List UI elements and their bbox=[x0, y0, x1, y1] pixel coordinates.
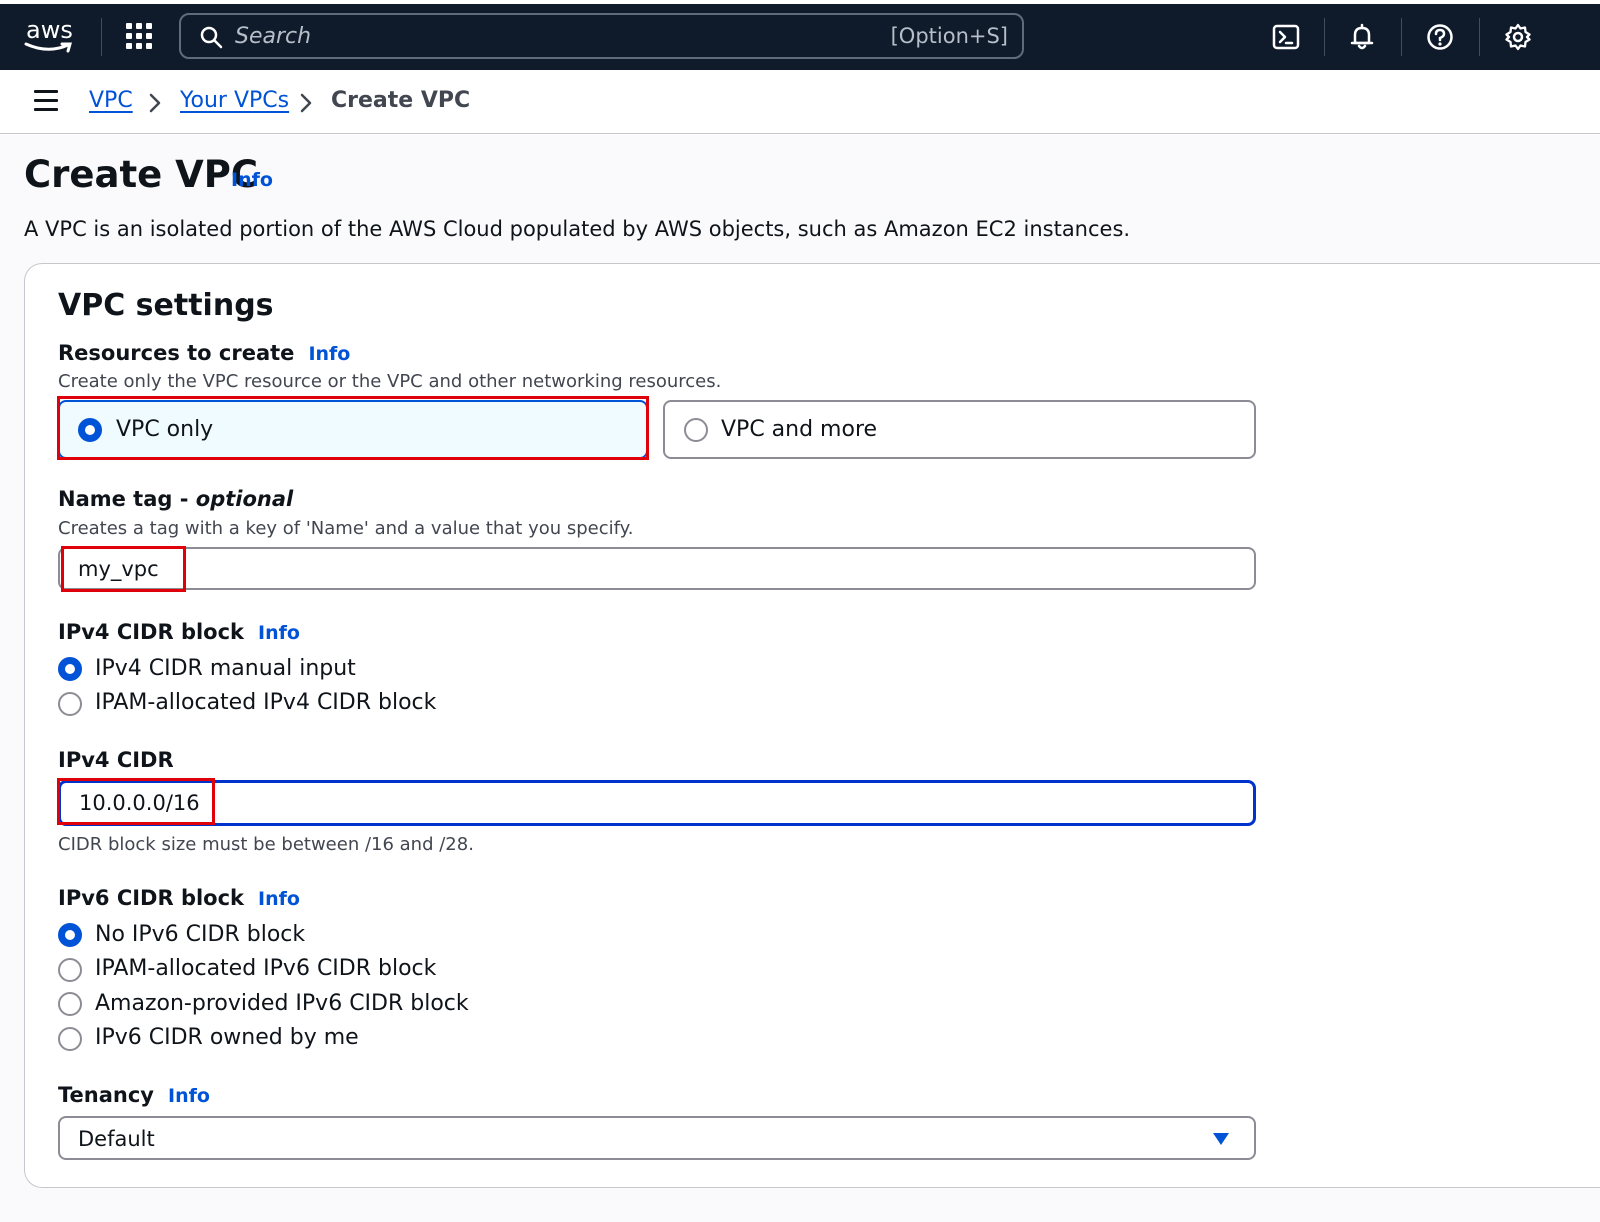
page-title: Create VPC bbox=[24, 153, 259, 196]
radio-vpc-only[interactable] bbox=[78, 418, 102, 442]
ipv4-cidr-input[interactable] bbox=[58, 780, 1256, 826]
radio-ipv6-owned-label[interactable]: IPv6 CIDR owned by me bbox=[95, 1025, 359, 1050]
title-info-link[interactable]: Info bbox=[231, 169, 273, 191]
radio-ipv6-ipam[interactable] bbox=[58, 958, 82, 982]
name-tag-dash: - bbox=[172, 487, 196, 511]
services-grid-icon[interactable] bbox=[126, 23, 154, 51]
menu-icon[interactable] bbox=[34, 90, 60, 112]
ipv4-block-label-text: IPv4 CIDR block bbox=[58, 620, 245, 644]
tile-vpc-and-more[interactable]: VPC and more bbox=[663, 400, 1256, 459]
tenancy-select-value: Default bbox=[78, 1127, 155, 1151]
name-tag-label: Name tag - optional bbox=[58, 487, 293, 511]
vpc-settings-panel: VPC settings Resources to create Info Cre… bbox=[24, 263, 1600, 1188]
top-navigation: aws [Option+S] bbox=[0, 4, 1600, 70]
tenancy-label: Tenancy Info bbox=[58, 1083, 210, 1107]
panel-title: VPC settings bbox=[58, 288, 274, 323]
tile-vpc-only[interactable]: VPC only bbox=[58, 400, 648, 459]
nav-separator bbox=[1324, 18, 1325, 56]
resources-description: Create only the VPC resource or the VPC … bbox=[58, 371, 722, 392]
ipv4-block-info-link[interactable]: Info bbox=[258, 622, 300, 644]
search-bar[interactable]: [Option+S] bbox=[179, 13, 1024, 59]
radio-ipv6-amazon[interactable] bbox=[58, 992, 82, 1016]
tenancy-info-link[interactable]: Info bbox=[168, 1085, 210, 1107]
ipv4-cidr-label: IPv4 CIDR bbox=[58, 748, 174, 772]
breadcrumb-current: Create VPC bbox=[331, 88, 471, 113]
name-tag-label-text: Name tag bbox=[58, 487, 173, 511]
aws-logo[interactable]: aws bbox=[22, 14, 78, 58]
breadcrumb-your-vpcs[interactable]: Your VPCs bbox=[180, 88, 289, 113]
resources-label: Resources to create Info bbox=[58, 341, 350, 365]
caret-down-icon bbox=[1213, 1133, 1229, 1145]
search-input[interactable] bbox=[235, 15, 875, 57]
gear-icon[interactable] bbox=[1503, 22, 1533, 52]
chevron-right-icon bbox=[149, 93, 161, 113]
nav-separator bbox=[1479, 18, 1480, 56]
aws-logo-text: aws bbox=[26, 16, 73, 44]
name-tag-input[interactable] bbox=[58, 547, 1256, 590]
aws-smile-icon bbox=[24, 42, 72, 53]
page-description: A VPC is an isolated portion of the AWS … bbox=[24, 217, 1131, 241]
help-icon[interactable] bbox=[1425, 22, 1455, 52]
radio-ipv4-ipam[interactable] bbox=[58, 692, 82, 716]
radio-ipv4-manual-label[interactable]: IPv4 CIDR manual input bbox=[95, 656, 356, 681]
ipv6-block-label: IPv6 CIDR block Info bbox=[58, 886, 300, 910]
tenancy-label-text: Tenancy bbox=[58, 1083, 154, 1107]
resources-label-text: Resources to create bbox=[58, 341, 295, 365]
nav-separator bbox=[101, 18, 102, 56]
radio-ipv6-none[interactable] bbox=[58, 923, 82, 947]
radio-ipv6-ipam-label[interactable]: IPAM-allocated IPv6 CIDR block bbox=[95, 956, 436, 981]
cloudshell-icon[interactable] bbox=[1271, 22, 1301, 52]
ipv4-block-label: IPv4 CIDR block Info bbox=[58, 620, 300, 644]
radio-ipv4-manual[interactable] bbox=[58, 657, 82, 681]
tile-vpc-and-more-label: VPC and more bbox=[721, 417, 878, 442]
search-shortcut: [Option+S] bbox=[890, 24, 1008, 48]
resources-info-link[interactable]: Info bbox=[308, 343, 350, 365]
tenancy-select[interactable]: Default bbox=[58, 1116, 1256, 1160]
search-icon bbox=[200, 26, 223, 49]
radio-ipv6-owned[interactable] bbox=[58, 1027, 82, 1051]
radio-ipv4-ipam-label[interactable]: IPAM-allocated IPv4 CIDR block bbox=[95, 690, 436, 715]
name-tag-optional: optional bbox=[195, 487, 294, 511]
bell-icon[interactable] bbox=[1347, 22, 1377, 52]
radio-ipv6-none-label[interactable]: No IPv6 CIDR block bbox=[95, 922, 305, 947]
nav-separator bbox=[1401, 18, 1402, 56]
page-content: Create VPC Info A VPC is an isolated por… bbox=[0, 135, 1600, 1222]
chevron-right-icon bbox=[300, 93, 312, 113]
name-tag-description: Creates a tag with a key of 'Name' and a… bbox=[58, 518, 634, 539]
radio-vpc-and-more[interactable] bbox=[684, 418, 708, 442]
ipv6-block-info-link[interactable]: Info bbox=[258, 888, 300, 910]
tile-vpc-only-label: VPC only bbox=[116, 417, 214, 442]
ipv4-cidr-constraint: CIDR block size must be between /16 and … bbox=[58, 834, 474, 855]
breadcrumb-bar: VPC Your VPCs Create VPC bbox=[0, 70, 1600, 134]
radio-ipv6-amazon-label[interactable]: Amazon-provided IPv6 CIDR block bbox=[95, 991, 469, 1016]
ipv6-block-label-text: IPv6 CIDR block bbox=[58, 886, 245, 910]
breadcrumb-vpc[interactable]: VPC bbox=[89, 88, 133, 113]
